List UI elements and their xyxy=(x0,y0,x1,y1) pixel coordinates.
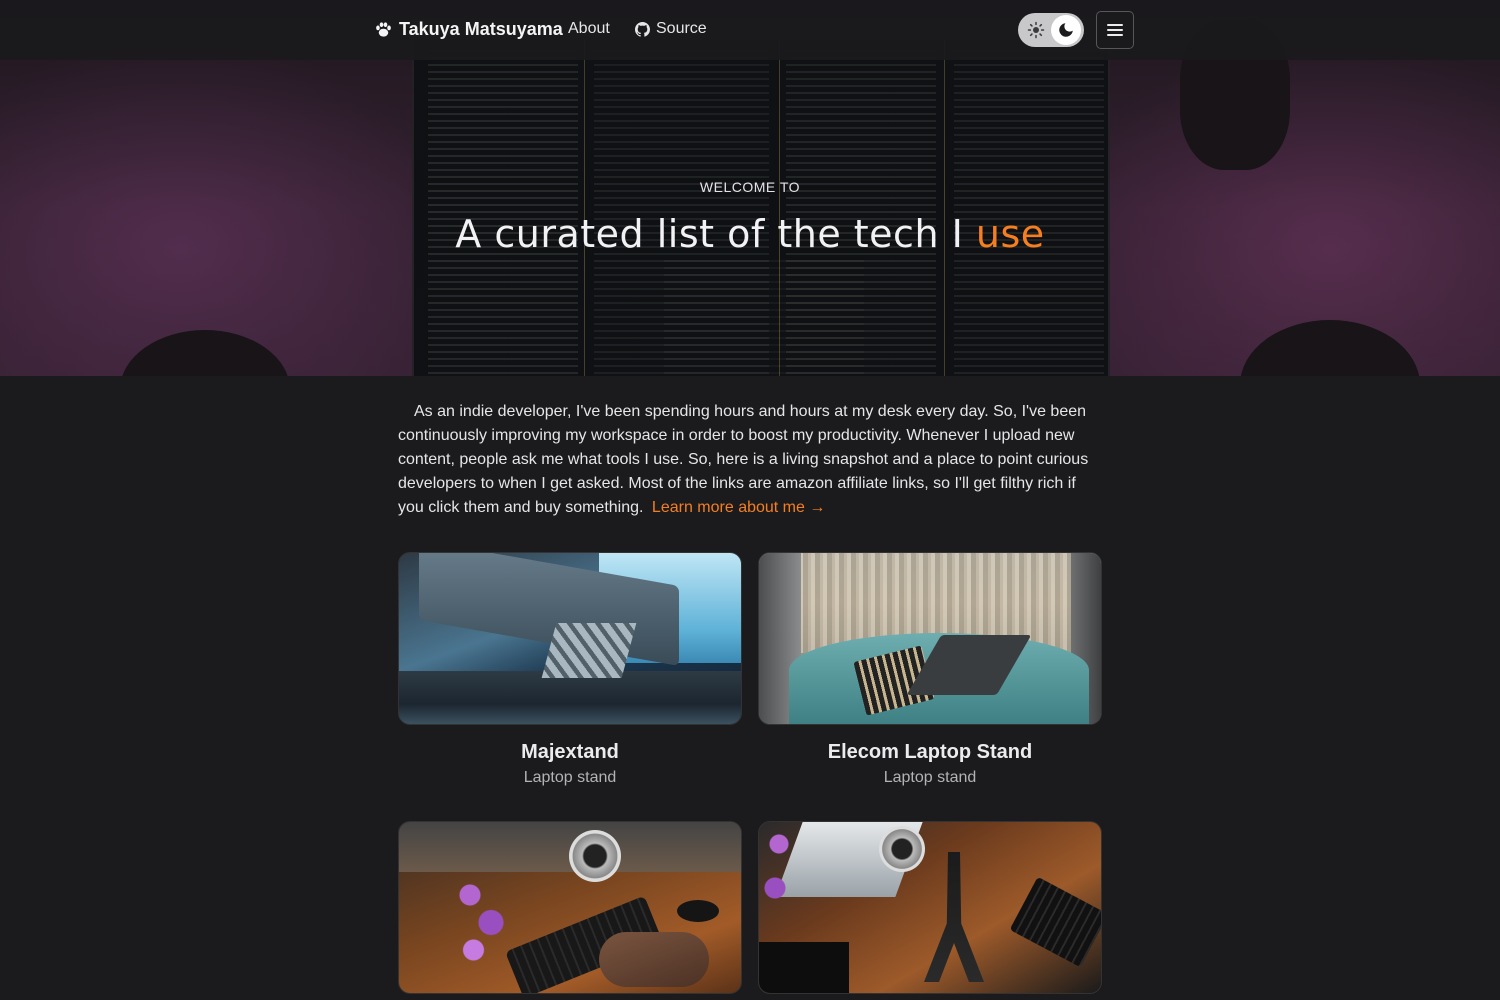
product-thumbnail[interactable] xyxy=(758,821,1102,994)
theme-toggle[interactable] xyxy=(1018,13,1084,47)
product-title[interactable]: Elecom Laptop Stand xyxy=(758,741,1102,764)
product-thumbnail[interactable] xyxy=(758,552,1102,725)
brand-link[interactable]: Takuya Matsuyama xyxy=(374,19,563,40)
product-card-elecom-laptop-stand[interactable]: Elecom Laptop Stand Laptop stand xyxy=(758,552,1102,787)
learn-more-link[interactable]: Learn more about me → xyxy=(652,499,825,516)
menu-button[interactable] xyxy=(1096,11,1134,49)
product-card[interactable] xyxy=(398,821,742,1000)
hero-headline-accent: use xyxy=(975,212,1045,256)
product-card[interactable] xyxy=(758,821,1102,1000)
product-card-majextand[interactable]: Majextand Laptop stand xyxy=(398,552,742,787)
theme-toggle-knob xyxy=(1051,15,1081,45)
product-category: Laptop stand xyxy=(523,769,617,786)
github-icon xyxy=(635,21,650,37)
intro-paragraph: As an indie developer, I've been spendin… xyxy=(398,400,1103,520)
hero-eyebrow: WELCOME TO xyxy=(699,179,801,195)
brand-name: Takuya Matsuyama xyxy=(399,19,563,39)
product-title[interactable]: Majextand xyxy=(398,741,742,764)
paw-icon xyxy=(376,22,391,37)
hamburger-menu-icon xyxy=(1107,24,1123,36)
product-category: Laptop stand xyxy=(883,769,977,786)
top-navbar: Takuya Matsuyama About Source xyxy=(0,0,1500,60)
product-thumbnail[interactable] xyxy=(398,821,742,994)
sun-icon xyxy=(1027,21,1045,39)
product-thumbnail[interactable] xyxy=(398,552,742,725)
nav-about-link[interactable]: About xyxy=(568,20,610,38)
hero-headline: A curated list of the tech I use xyxy=(0,212,1500,256)
moon-icon xyxy=(1059,23,1073,37)
hero-headline-main: A curated list of the tech I xyxy=(455,212,964,256)
nav-source-link[interactable]: Source xyxy=(635,20,707,38)
nav-source-label: Source xyxy=(656,20,707,37)
